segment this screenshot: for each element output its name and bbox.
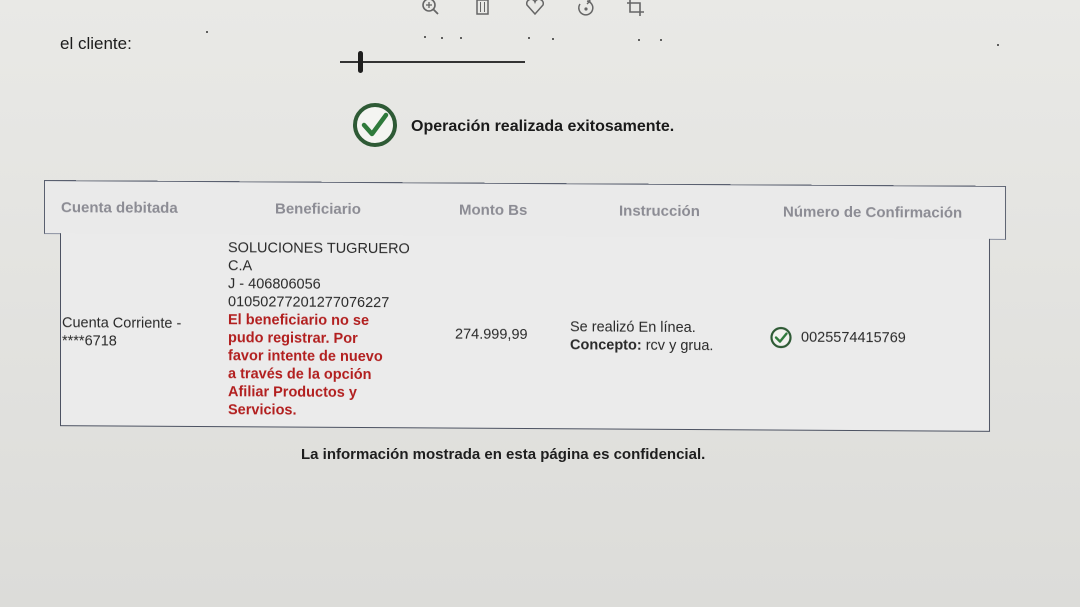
beneficiary-rif: J - 406806056	[228, 276, 321, 293]
slider-knob[interactable]	[358, 51, 363, 73]
heart-icon[interactable]	[524, 0, 546, 18]
beneficiary-account: 01050277201277076227	[228, 294, 390, 312]
speck-dot	[460, 37, 462, 39]
confirmation-check-icon	[770, 326, 792, 349]
header-amount: Monto Bs	[459, 201, 528, 220]
confidential-note: La información mostrada en esta página e…	[301, 446, 706, 463]
speck-dot	[441, 37, 443, 39]
beneficiary-name: SOLUCIONES TUGRUERO	[228, 240, 410, 258]
account-type: Cuenta Corriente -	[62, 315, 182, 332]
warning-line: Afiliar Productos y	[228, 384, 357, 401]
speck-dot	[424, 36, 426, 38]
speck-dot	[638, 39, 640, 41]
image-viewer-toolbar	[410, 0, 670, 22]
slider-track	[340, 61, 525, 63]
crop-icon[interactable]	[625, 0, 647, 18]
header-instruction: Instrucción	[619, 202, 700, 221]
amount-value: 274.999,99	[455, 326, 528, 344]
header-confirmation: Número de Confirmación	[783, 203, 963, 222]
speck-dot	[997, 44, 999, 46]
concept-label: Concepto:	[570, 337, 642, 354]
header-account: Cuenta debitada	[61, 199, 178, 217]
rotate-icon[interactable]	[575, 0, 597, 18]
warning-line: a través de la opción	[228, 366, 372, 384]
speck-dot	[552, 38, 554, 40]
zoom-in-icon[interactable]	[420, 0, 442, 18]
instruction-status: Se realizó En línea.	[570, 319, 696, 337]
beneficiary-warning: El beneficiario no se pudo registrar. Po…	[228, 311, 410, 420]
client-label: el cliente:	[60, 34, 132, 53]
concept-value: rcv y grua.	[645, 337, 714, 355]
table-row: Cuenta Corriente - ****6718 SOLUCIONES T…	[60, 233, 990, 432]
confirmation-number: 0025574415769	[801, 329, 906, 347]
warning-line: pudo registrar. Por	[228, 330, 358, 347]
speck-dot	[206, 31, 208, 33]
warning-line: Servicios.	[228, 402, 297, 419]
signature-slider[interactable]	[340, 50, 525, 73]
warning-line: El beneficiario no se	[228, 312, 370, 330]
beneficiary-name-suffix: C.A	[228, 258, 253, 275]
success-message: Operación realizada exitosamente.	[411, 118, 675, 135]
account-cell: Cuenta Corriente - ****6718	[62, 314, 181, 351]
beneficiary-cell: SOLUCIONES TUGRUERO C.A J - 406806056 01…	[228, 239, 410, 420]
warning-line: favor intente de nuevo	[228, 348, 383, 366]
speck-dot	[528, 37, 530, 39]
success-check-icon	[352, 102, 398, 148]
instruction-cell: Se realizó En línea. Concepto: rcv y gru…	[570, 318, 713, 355]
account-masked-number: ****6718	[62, 333, 117, 350]
instruction-concept: Concepto: rcv y grua.	[570, 336, 713, 355]
speck-dot	[660, 39, 662, 41]
transaction-table: Cuenta debitada Beneficiario Monto Bs In…	[44, 180, 1006, 433]
trash-icon[interactable]	[472, 0, 494, 18]
table-header: Cuenta debitada Beneficiario Monto Bs In…	[44, 180, 1006, 240]
header-beneficiary: Beneficiario	[275, 200, 361, 218]
